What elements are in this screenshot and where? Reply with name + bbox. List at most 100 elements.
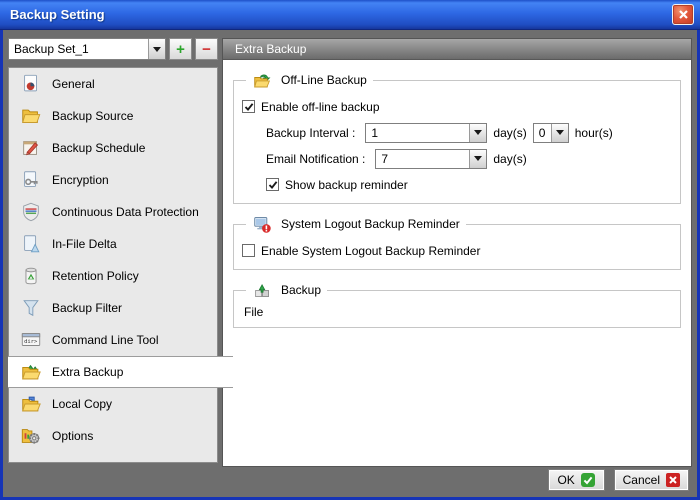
backup-interval-days-select[interactable]: 1 [365,123,487,143]
ok-label: OK [557,473,574,487]
sidebar-item-options[interactable]: Options [9,420,217,452]
check-icon [268,180,278,190]
dropdown-arrow-icon[interactable] [469,124,486,142]
backup-interval-hours-unit: hour(s) [575,126,613,140]
offline-backup-title: Off-Line Backup [281,73,367,87]
check-icon [244,102,254,112]
footer-buttons: OK Cancel [548,469,689,491]
cancel-button[interactable]: Cancel [614,469,689,491]
extra-backup-icon [19,360,43,384]
sidebar-item-continuous-data-protection[interactable]: Continuous Data Protection [9,196,217,228]
sidebar-item-label: Local Copy [52,397,112,411]
retention-policy-icon [19,264,43,288]
enable-system-logout-checkbox[interactable] [242,244,255,257]
offline-backup-icon [252,70,272,90]
sidebar-item-backup-filter[interactable]: Backup Filter [9,292,217,324]
offline-backup-group: Off-Line Backup Enable off-line backup B… [233,70,681,204]
dropdown-arrow-icon[interactable] [551,124,568,142]
command-line-icon: dir> [19,328,43,352]
sidebar-item-command-line-tool[interactable]: dir> Command Line Tool [9,324,217,356]
general-icon [19,72,43,96]
options-icon [19,424,43,448]
backup-interval-hours-select[interactable]: 0 [533,123,569,143]
system-logout-legend: System Logout Backup Reminder [246,214,466,234]
backup-source-icon [19,104,43,128]
backup-setting-dialog: Backup Setting Backup Set_1 + − G [0,0,700,500]
show-reminder-row: Show backup reminder [266,174,672,195]
dropdown-arrow-icon[interactable] [148,39,165,59]
backup-schedule-icon [19,136,43,160]
system-logout-reminder-icon [252,214,272,234]
sidebar-item-label: Command Line Tool [52,333,159,347]
enable-system-logout-label: Enable System Logout Backup Reminder [261,244,480,258]
sidebar: Backup Set_1 + − General Backu [8,38,218,463]
sidebar-item-in-file-delta[interactable]: In-File Delta [9,228,217,260]
offline-backup-legend: Off-Line Backup [246,70,373,90]
backup-interval-label: Backup Interval : [266,126,355,140]
backup-interval-days-unit: day(s) [493,126,526,140]
backup-icon [252,280,272,300]
backup-set-value: Backup Set_1 [9,42,148,56]
show-reminder-label: Show backup reminder [285,178,408,192]
backup-set-select[interactable]: Backup Set_1 [8,38,166,60]
email-notification-select[interactable]: 7 [375,149,487,169]
email-notification-unit: day(s) [493,152,526,166]
enable-offline-row: Enable off-line backup [242,96,672,117]
sidebar-item-general[interactable]: General [9,68,217,100]
panel-header: Extra Backup [223,39,691,60]
sidebar-item-local-copy[interactable]: Local Copy [9,388,217,420]
sidebar-item-label: Encryption [52,173,109,187]
ok-check-icon [581,473,595,487]
encryption-icon [19,168,43,192]
sidebar-item-label: Continuous Data Protection [52,205,199,219]
cancel-x-icon [666,473,680,487]
close-button[interactable] [672,4,694,25]
title-bar[interactable]: Backup Setting [0,0,700,30]
backup-set-row: Backup Set_1 + − [8,38,218,60]
sidebar-item-label: Options [52,429,93,443]
sidebar-item-backup-schedule[interactable]: Backup Schedule [9,132,217,164]
panel-title: Extra Backup [235,42,306,56]
enable-offline-checkbox[interactable] [242,100,255,113]
in-file-delta-icon [19,232,43,256]
system-logout-group: System Logout Backup Reminder Enable Sys… [233,214,681,270]
sidebar-item-backup-source[interactable]: Backup Source [9,100,217,132]
dialog-body: Backup Set_1 + − General Backu [3,30,697,497]
local-copy-icon [19,392,43,416]
dropdown-arrow-icon[interactable] [469,150,486,168]
backup-title: Backup [281,283,321,297]
svg-text:dir>: dir> [24,339,38,345]
system-logout-title: System Logout Backup Reminder [281,217,460,231]
backup-interval-days-value: 1 [366,126,469,140]
sidebar-item-label: Extra Backup [52,365,123,379]
show-reminder-checkbox[interactable] [266,178,279,191]
sidebar-item-retention-policy[interactable]: Retention Policy [9,260,217,292]
window-title: Backup Setting [10,7,105,22]
sidebar-item-label: In-File Delta [52,237,117,251]
backup-interval-row: Backup Interval : 1 day(s) 0 hour(s) [266,122,672,143]
sidebar-item-label: Backup Source [52,109,133,123]
ok-button[interactable]: OK [548,469,605,491]
remove-backup-set-button[interactable]: − [195,38,218,60]
main-panel: Extra Backup Off-Line Backup Enable off-… [222,38,692,467]
enable-system-logout-row: Enable System Logout Backup Reminder [242,240,672,261]
add-backup-set-button[interactable]: + [169,38,192,60]
backup-legend: Backup [246,280,327,300]
sidebar-item-extra-backup[interactable]: Extra Backup [8,356,233,388]
email-notification-row: Email Notification : 7 day(s) [266,148,672,169]
enable-offline-label: Enable off-line backup [261,100,380,114]
backup-type-value: File [244,305,672,319]
sidebar-item-label: Backup Schedule [52,141,145,155]
close-icon [678,9,689,20]
email-notification-value: 7 [376,152,469,166]
cancel-label: Cancel [623,473,660,487]
sidebar-list: General Backup Source Backup Schedule [8,67,218,463]
backup-filter-icon [19,296,43,320]
email-notification-label: Email Notification : [266,152,365,166]
backup-interval-hours-value: 0 [534,126,551,140]
sidebar-item-label: Backup Filter [52,301,122,315]
sidebar-item-label: Retention Policy [52,269,139,283]
backup-group: Backup File [233,280,681,328]
sidebar-item-encryption[interactable]: Encryption [9,164,217,196]
cdp-shield-icon [19,200,43,224]
